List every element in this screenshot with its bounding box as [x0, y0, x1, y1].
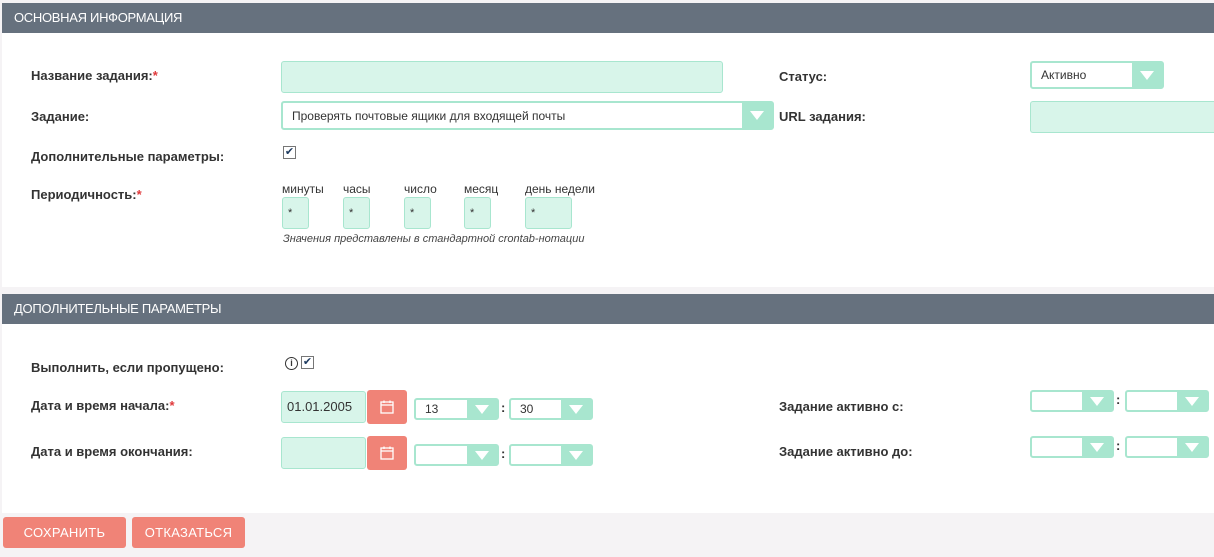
active-from-label: Задание активно с:: [779, 399, 904, 414]
cron-day-label: число: [404, 182, 437, 196]
status-select-value: Активно: [1041, 68, 1087, 82]
time-separator: :: [1116, 438, 1121, 453]
job-url-label: URL задания:: [779, 109, 866, 124]
chevron-down-icon: [561, 400, 591, 418]
start-minute-value: 30: [520, 402, 534, 416]
start-datetime-label: Дата и время начала:*: [31, 398, 175, 413]
active-to-minute-select[interactable]: [1125, 436, 1209, 458]
start-date-input[interactable]: 01.01.2005: [281, 391, 366, 423]
chevron-down-icon: [467, 446, 497, 464]
cron-minutes-input[interactable]: *: [282, 197, 309, 229]
start-hour-select[interactable]: 13: [414, 398, 499, 420]
job-select-value: Проверять почтовые ящики для входящей по…: [292, 108, 566, 123]
cron-month-label: месяц: [464, 182, 499, 196]
advanced-params-label: Дополнительные параметры:: [31, 149, 225, 164]
main-info-header: ОСНОВНАЯ ИНФОРМАЦИЯ: [2, 3, 1214, 33]
start-minute-select[interactable]: 30: [509, 398, 593, 420]
cron-minutes-label: минуты: [282, 182, 324, 196]
calendar-icon: [380, 446, 394, 460]
end-date-input[interactable]: [281, 437, 366, 469]
save-button[interactable]: СОХРАНИТЬ: [3, 517, 126, 548]
end-minute-select[interactable]: [509, 444, 593, 466]
active-from-hour-select[interactable]: [1030, 390, 1114, 412]
cron-day-input[interactable]: *: [404, 197, 431, 229]
info-icon[interactable]: i: [285, 357, 298, 370]
cron-hint: Значения представлены в стандартной cron…: [283, 233, 585, 245]
chevron-down-icon: [1177, 438, 1207, 456]
cron-weekday-label: день недели: [525, 182, 595, 196]
advanced-params-checkbox[interactable]: ✔: [283, 146, 296, 159]
catchup-label: Выполнить, если пропущено:: [31, 360, 224, 375]
task-name-label: Название задания:*: [31, 68, 158, 83]
active-from-minute-select[interactable]: [1125, 390, 1209, 412]
start-hour-value: 13: [425, 402, 439, 416]
chevron-down-icon: [1082, 392, 1112, 410]
end-calendar-button[interactable]: [367, 436, 407, 470]
time-separator: :: [501, 400, 506, 415]
time-separator: :: [1116, 392, 1121, 407]
cron-hours-label: часы: [343, 182, 371, 196]
cron-month-input[interactable]: *: [464, 197, 491, 229]
time-separator: :: [501, 446, 506, 461]
cron-weekday-input[interactable]: *: [525, 197, 572, 229]
chevron-down-icon: [1132, 63, 1162, 87]
job-label: Задание:: [31, 109, 90, 124]
extra-params-panel: [2, 324, 1214, 513]
cancel-button[interactable]: ОТКАЗАТЬСЯ: [132, 517, 245, 548]
status-label: Статус:: [779, 69, 828, 84]
start-calendar-button[interactable]: [367, 390, 407, 424]
chevron-down-icon: [1082, 438, 1112, 456]
end-datetime-label: Дата и время окончания:: [31, 444, 193, 459]
cron-hours-input[interactable]: *: [343, 197, 370, 229]
task-name-input[interactable]: [281, 61, 723, 93]
job-select[interactable]: Проверять почтовые ящики для входящей по…: [281, 101, 774, 130]
periodicity-label: Периодичность:*: [31, 187, 142, 202]
active-to-hour-select[interactable]: [1030, 436, 1114, 458]
status-select[interactable]: Активно: [1030, 61, 1164, 89]
catchup-checkbox[interactable]: ✔: [301, 356, 314, 369]
end-hour-select[interactable]: [414, 444, 499, 466]
job-url-input[interactable]: [1030, 101, 1214, 133]
calendar-icon: [380, 400, 394, 414]
active-to-label: Задание активно до:: [779, 444, 913, 459]
extra-params-header: ДОПОЛНИТЕЛЬНЫЕ ПАРАМЕТРЫ: [2, 294, 1214, 324]
chevron-down-icon: [1177, 392, 1207, 410]
chevron-down-icon: [561, 446, 591, 464]
chevron-down-icon: [742, 103, 772, 128]
chevron-down-icon: [467, 400, 497, 418]
